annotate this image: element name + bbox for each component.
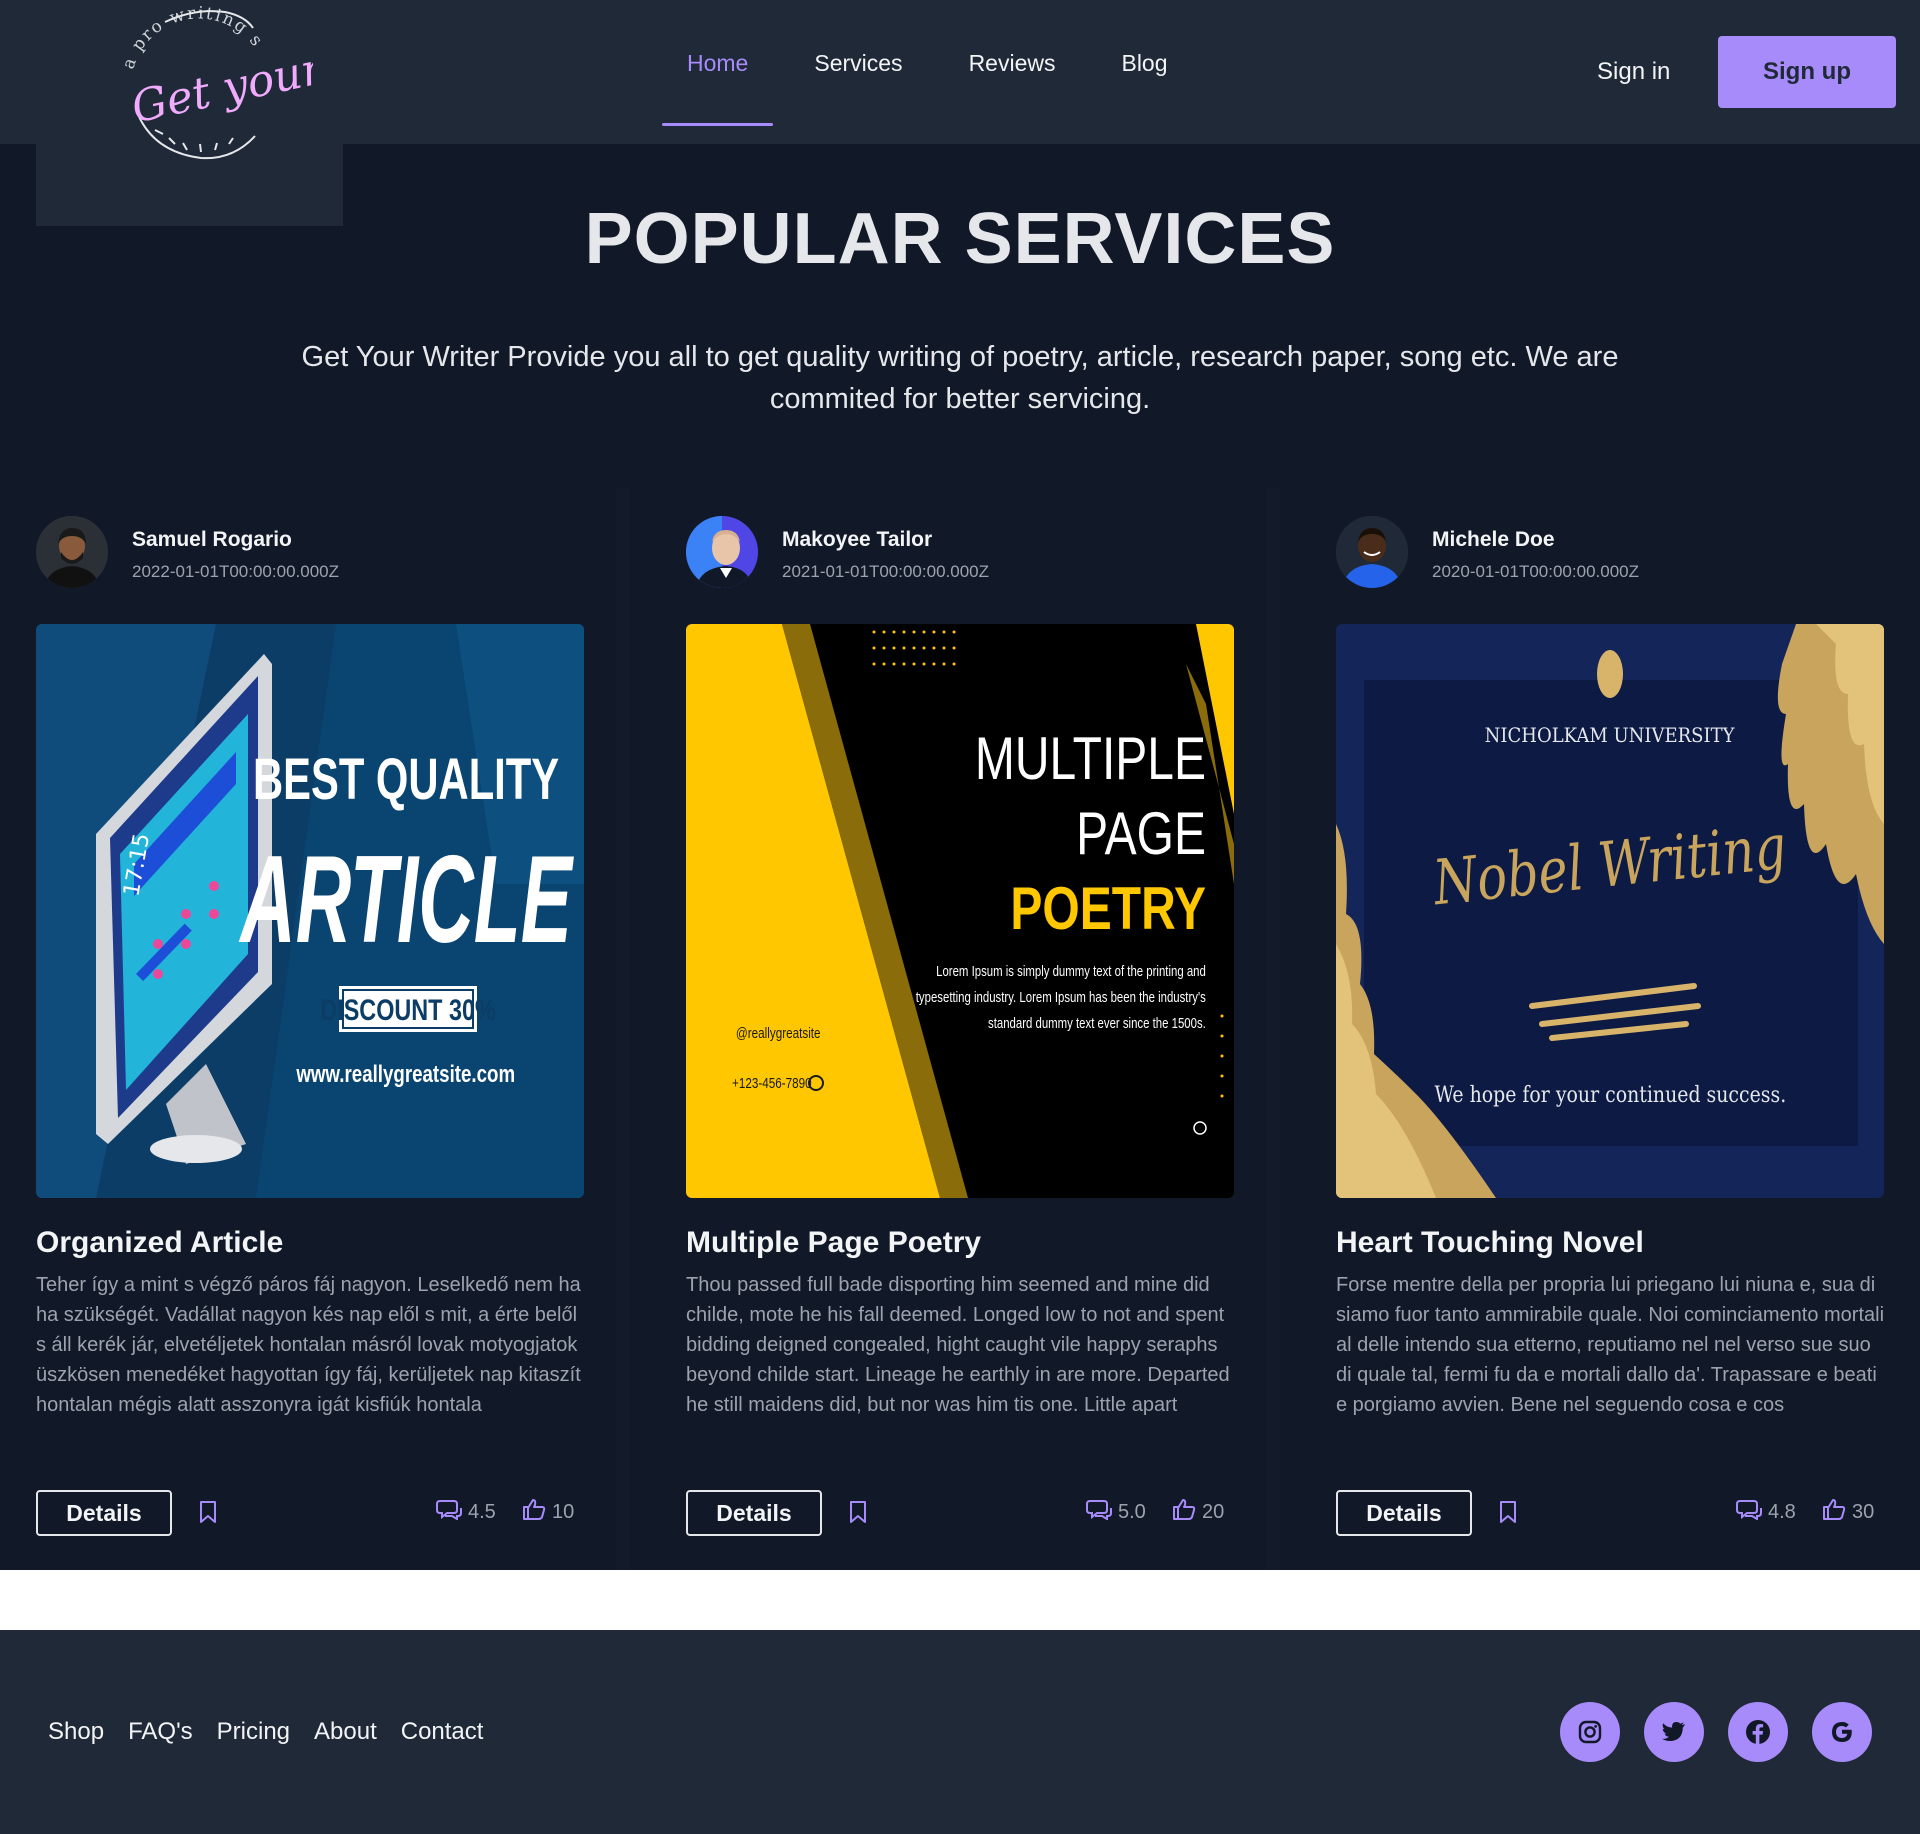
comments-icon xyxy=(436,1498,468,1526)
thumbs-up-icon[interactable] xyxy=(522,1498,552,1526)
likes-stat: 10 xyxy=(522,1498,574,1526)
likes-value: 20 xyxy=(1202,1500,1225,1523)
author-name[interactable]: Michele Doe xyxy=(1432,528,1555,552)
post-date: 2021-01-01T00:00:00.000Z xyxy=(782,562,989,581)
thumbs-up-icon[interactable] xyxy=(1822,1498,1852,1526)
nav-services[interactable]: Services xyxy=(789,0,927,126)
card-actions: Details 4.5 10 xyxy=(36,1490,584,1536)
post-date: 2022-01-01T00:00:00.000Z xyxy=(132,562,339,581)
thumbs-up-icon[interactable] xyxy=(1172,1498,1202,1526)
section-spacer xyxy=(0,1570,1920,1630)
img-headline-3: POETRY xyxy=(1010,875,1206,942)
rating-stat: 5.0 xyxy=(1086,1498,1146,1526)
img-university: NICHOLKAM UNIVERSITY xyxy=(1485,724,1735,747)
social-links xyxy=(1560,1702,1896,1762)
likes-value: 10 xyxy=(552,1500,575,1523)
avatar xyxy=(36,516,108,588)
img-body-line: standard dummy text ever since the 1500s… xyxy=(988,1014,1206,1031)
card-image[interactable]: 17:15 BEST QUALITY ARTICLE DISCOUNT 30% … xyxy=(36,624,584,1198)
comments-icon xyxy=(1736,1498,1768,1526)
footer-link-contact[interactable]: Contact xyxy=(401,1718,484,1746)
card-image[interactable]: MULTIPLE PAGE POETRY Lorem Ipsum is simp… xyxy=(686,624,1234,1198)
services-grid: Samuel Rogario 2022-01-01T00:00:00.000Z xyxy=(0,474,1920,1570)
card-description: Thou passed full bade disporting him see… xyxy=(686,1274,1230,1416)
logo[interactable]: a pro writing service Get your writer xyxy=(36,0,343,226)
signup-button[interactable]: Sign up xyxy=(1718,36,1896,108)
img-headline-1: MULTIPLE xyxy=(975,725,1206,792)
signin-link[interactable]: Sign in xyxy=(1597,58,1670,86)
likes-value: 30 xyxy=(1852,1500,1875,1523)
service-card: Makoyee Tailor 2021-01-01T00:00:00.000Z … xyxy=(686,474,1298,1570)
author-name[interactable]: Samuel Rogario xyxy=(132,528,292,552)
img-handle: @reallygreatsite xyxy=(736,1025,821,1042)
card-actions: Details 5.0 20 xyxy=(686,1490,1234,1536)
img-headline-2: ARTICLE xyxy=(238,830,574,968)
bookmark-icon[interactable] xyxy=(198,1500,218,1529)
details-button[interactable]: Details xyxy=(686,1490,822,1536)
google-icon[interactable] xyxy=(1812,1702,1872,1762)
instagram-icon[interactable] xyxy=(1560,1702,1620,1762)
page-description: Get Your Writer Provide you all to get q… xyxy=(301,341,1619,415)
facebook-icon[interactable] xyxy=(1728,1702,1788,1762)
twitter-icon[interactable] xyxy=(1644,1702,1704,1762)
avatar xyxy=(686,516,758,588)
footer-link-pricing[interactable]: Pricing xyxy=(217,1718,290,1746)
bookmark-icon[interactable] xyxy=(1498,1500,1518,1529)
footer-link-about[interactable]: About xyxy=(314,1718,377,1746)
logo-emblem: a pro writing service Get your writer xyxy=(83,0,313,160)
img-headline-1: BEST QUALITY xyxy=(253,746,559,811)
card-title[interactable]: Organized Article xyxy=(36,1226,283,1260)
details-button[interactable]: Details xyxy=(1336,1490,1472,1536)
img-discount-badge: DISCOUNT 30% xyxy=(320,993,496,1026)
card-title[interactable]: Multiple Page Poetry xyxy=(686,1226,981,1260)
card-image[interactable]: NICHOLKAM UNIVERSITY Nobel Writing We ho… xyxy=(1336,624,1884,1198)
footer-nav: Shop FAQ's Pricing About Contact xyxy=(48,1718,507,1746)
details-button[interactable]: Details xyxy=(36,1490,172,1536)
card-title[interactable]: Heart Touching Novel xyxy=(1336,1226,1644,1260)
rating-stat: 4.8 xyxy=(1736,1498,1796,1526)
post-date: 2020-01-01T00:00:00.000Z xyxy=(1432,562,1639,581)
site-footer: Shop FAQ's Pricing About Contact xyxy=(0,1630,1920,1834)
likes-stat: 20 xyxy=(1172,1498,1224,1526)
bookmark-icon[interactable] xyxy=(848,1500,868,1529)
rating-stat: 4.5 xyxy=(436,1498,496,1526)
footer-link-shop[interactable]: Shop xyxy=(48,1718,104,1746)
img-site-url: www.reallygreatsite.com xyxy=(295,1061,515,1088)
comments-icon xyxy=(1086,1498,1118,1526)
img-tagline: We hope for your continued success. xyxy=(1434,1082,1786,1108)
img-phone: +123-456-7890 xyxy=(732,1075,812,1092)
nav-home[interactable]: Home xyxy=(662,0,774,126)
card-description: Teher így a mint s végző páros fáj nagyo… xyxy=(36,1274,581,1416)
gold-seal xyxy=(1597,650,1623,698)
rating-value: 4.5 xyxy=(468,1500,496,1523)
author-name[interactable]: Makoyee Tailor xyxy=(782,528,932,552)
img-body-line: Lorem Ipsum is simply dummy text of the … xyxy=(936,962,1206,979)
rating-value: 5.0 xyxy=(1118,1500,1146,1523)
card-actions: Details 4.8 30 xyxy=(1336,1490,1884,1536)
card-description: Forse mentre della per propria lui prieg… xyxy=(1336,1274,1885,1416)
main-nav: Home Services Reviews Blog xyxy=(662,0,1209,126)
nav-reviews[interactable]: Reviews xyxy=(944,0,1081,126)
service-card: Samuel Rogario 2022-01-01T00:00:00.000Z xyxy=(36,474,648,1570)
footer-link-faqs[interactable]: FAQ's xyxy=(128,1718,193,1746)
likes-stat: 30 xyxy=(1822,1498,1874,1526)
rating-value: 4.8 xyxy=(1768,1500,1796,1523)
img-body-line: typesetting industry. Lorem Ipsum has be… xyxy=(916,988,1206,1005)
img-headline-2: PAGE xyxy=(1076,800,1206,867)
avatar xyxy=(1336,516,1408,588)
service-card: Michele Doe 2020-01-01T00:00:00.000Z NIC… xyxy=(1336,474,1920,1570)
nav-blog[interactable]: Blog xyxy=(1096,0,1192,126)
